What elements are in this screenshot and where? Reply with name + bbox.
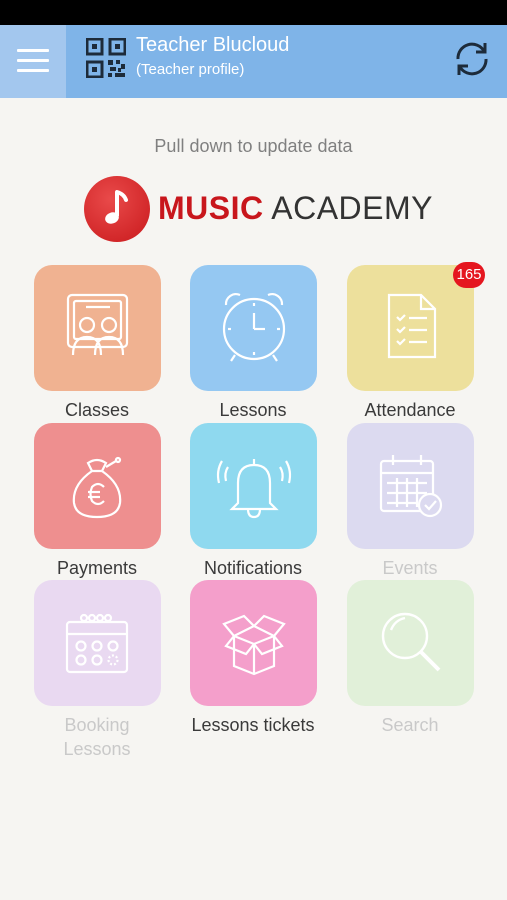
tile-lessons[interactable] bbox=[190, 265, 317, 391]
alarm-clock-icon bbox=[222, 293, 286, 362]
tile-label-classes: Classes bbox=[64, 400, 130, 420]
tile-label-notifications: Notifications bbox=[203, 558, 303, 578]
music-note-logo-icon bbox=[84, 176, 150, 242]
attendance-count-badge: 165 bbox=[453, 262, 485, 288]
hamburger-icon bbox=[17, 49, 49, 52]
logo-text-academy: ACADEMY bbox=[271, 190, 433, 226]
classroom-icon bbox=[66, 293, 129, 356]
booking-calendar-icon bbox=[65, 613, 129, 674]
menu-button[interactable] bbox=[0, 25, 66, 98]
app-header: Teacher Blucloud (Teacher profile) bbox=[0, 25, 507, 98]
tile-label-search: Search bbox=[381, 715, 439, 735]
tile-notifications[interactable] bbox=[190, 423, 317, 549]
tile-search[interactable] bbox=[347, 580, 474, 706]
qr-code-icon[interactable] bbox=[86, 38, 126, 78]
calendar-check-icon bbox=[379, 455, 443, 518]
tile-label-booking-lessons: Booking Lessons bbox=[63, 715, 131, 759]
tile-booking-lessons[interactable] bbox=[34, 580, 161, 706]
tile-attendance[interactable] bbox=[347, 265, 474, 391]
tile-label-attendance: Attendance bbox=[364, 400, 456, 420]
refresh-icon[interactable] bbox=[450, 37, 494, 81]
logo-text-music: MUSIC bbox=[158, 190, 264, 226]
open-box-icon bbox=[222, 614, 286, 676]
tile-label-payments: Payments bbox=[56, 558, 138, 578]
header-subtitle: (Teacher profile) bbox=[136, 61, 245, 78]
tile-label-lessons-tickets: Lessons tickets bbox=[191, 715, 315, 735]
magnifier-icon bbox=[381, 612, 441, 672]
header-title: Teacher Blucloud bbox=[136, 34, 290, 56]
pull-to-refresh-hint: Pull down to update data bbox=[154, 136, 353, 156]
tile-payments[interactable] bbox=[34, 423, 161, 549]
tile-label-events: Events bbox=[382, 558, 438, 578]
tile-label-lessons: Lessons bbox=[219, 400, 287, 420]
tile-lessons-tickets[interactable] bbox=[190, 580, 317, 706]
checklist-document-icon bbox=[387, 293, 437, 359]
tile-events[interactable] bbox=[347, 423, 474, 549]
euro-money-bag-icon bbox=[72, 456, 122, 519]
tile-classes[interactable] bbox=[34, 265, 161, 391]
bell-icon bbox=[216, 459, 292, 519]
music-academy-logo: MUSIC ACADEMY bbox=[84, 176, 432, 242]
status-bar bbox=[0, 0, 507, 25]
